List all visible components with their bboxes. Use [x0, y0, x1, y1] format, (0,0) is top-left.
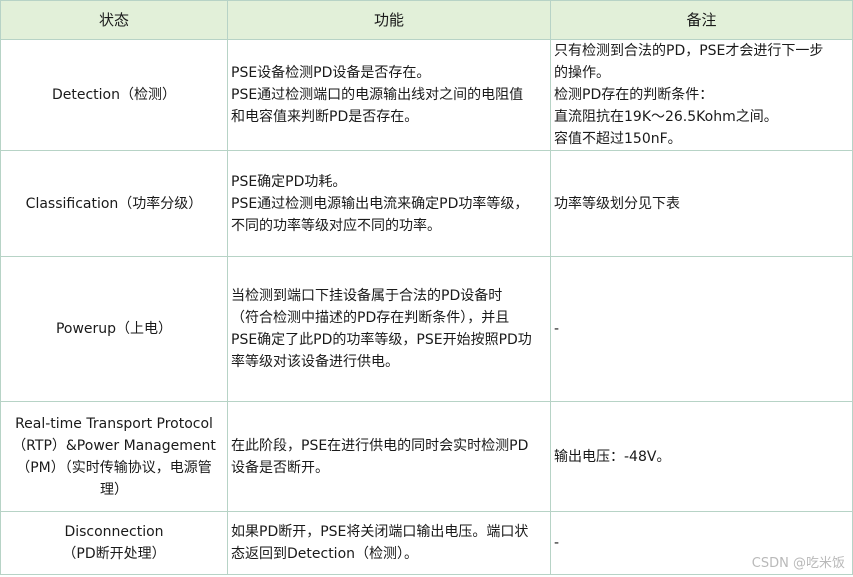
header-state: 状态 [0, 0, 228, 40]
function-cell: PSE确定PD功耗。 PSE通过检测电源输出电流来确定PD功率等级， 不同的功率等级… [227, 150, 551, 257]
header-function: 功能 [227, 0, 551, 40]
notes-text-line: 输出电压：-48V。 [554, 448, 671, 465]
state-text-line: Detection（检测） [51, 87, 176, 103]
state-text-line: Powerup（上电） [55, 321, 173, 337]
state-cell: Disconnection （PD断开处理） [0, 511, 228, 575]
state-cell: Classification（功率分级） [0, 150, 228, 257]
function-text-line: 设备是否断开。 [231, 459, 329, 476]
power-state-table: 状态 功能 备注 Detection（检测） PSE设备检测PD设备是否存在。 PS… [0, 0, 853, 575]
function-text-line: PSE通过检测端口的电源输出线对之间的电阻值 [231, 87, 524, 103]
state-text-line: Classification（功率分级） [25, 195, 203, 212]
state-text-line: Real-time Transport Protocol [15, 415, 213, 432]
state-text-line: （PD断开处理） [62, 546, 166, 562]
function-text-line: 态返回到Detection（检测）。 [231, 546, 419, 562]
notes-text-line: 的操作。 [554, 65, 610, 81]
notes-text-line: 功率等级划分见下表 [554, 195, 680, 212]
function-text-line: PSE设备检测PD设备是否存在。 [231, 65, 431, 81]
notes-cell: 只有检测到合法的PD，PSE才会进行下一步 的操作。检测PD存在的判断条件： 直流阻… [550, 39, 853, 151]
table-row: Detection（检测） PSE设备检测PD设备是否存在。 PSE通过检测端口的电… [0, 39, 853, 151]
function-text-line: 率等级对该设备进行供电。 [231, 354, 399, 370]
notes-cell: 功率等级划分见下表 [550, 150, 853, 257]
notes-cell: - [550, 256, 853, 402]
watermark: CSDN @吃米饭 [751, 556, 845, 571]
notes-cell: 输出电压：-48V。 [550, 401, 853, 512]
function-text-line: （符合检测中描述的PD存在判断条件），并且 [231, 310, 510, 326]
function-text-line: 不同的功率等级对应不同的功率。 [231, 217, 441, 234]
state-text-line: 理） [100, 481, 128, 498]
function-text-line: PSE确定了此PD的功率等级，PSE开始按照PD功 [231, 332, 532, 348]
table-row: Real-time Transport Protocol （RTP）&Power … [0, 401, 853, 512]
state-cell: Powerup（上电） [0, 256, 228, 402]
notes-text-line: 只有检测到合法的PD，PSE才会进行下一步 [554, 43, 824, 59]
function-text-line: 当检测到端口下挂设备属于合法的PD设备时 [231, 288, 503, 304]
function-cell: 如果PD断开，PSE将关闭端口输出电压。端口状 态返回到Detection（检测）… [227, 511, 551, 575]
function-cell: 当检测到端口下挂设备属于合法的PD设备时 （符合检测中描述的PD存在判断条件），并… [227, 256, 551, 402]
header-notes: 备注 [550, 0, 853, 40]
state-cell: Detection（检测） [0, 39, 228, 151]
table-row: Disconnection （PD断开处理） 如果PD断开，PSE将关闭端口输出电压… [0, 511, 853, 575]
function-cell: 在此阶段，PSE在进行供电的同时会实时检测PD 设备是否断开。 [227, 401, 551, 512]
header-row: 状态 功能 备注 [0, 0, 853, 40]
notes-text-line: 检测PD存在的判断条件： [554, 87, 714, 103]
notes-text-line: - [554, 321, 560, 337]
notes-text-line: 容值不超过150nF。 [554, 131, 682, 147]
state-text-line: Disconnection [64, 524, 164, 540]
function-cell: PSE设备检测PD设备是否存在。 PSE通过检测端口的电源输出线对之间的电阻值 和电… [227, 39, 551, 151]
function-text-line: 在此阶段，PSE在进行供电的同时会实时检测PD [231, 437, 529, 454]
state-cell: Real-time Transport Protocol （RTP）&Power … [0, 401, 228, 512]
state-text-line: （PM）（实时传输协议，电源管 [16, 459, 212, 476]
function-text-line: PSE确定PD功耗。 [231, 173, 347, 190]
table-row: Classification（功率分级） PSE确定PD功耗。 PSE通过检测电源输… [0, 150, 853, 257]
function-text-line: 和电容值来判断PD是否存在。 [231, 109, 419, 125]
notes-text-line: - [554, 535, 560, 551]
notes-text-line: 直流阻抗在19K～26.5Kohm之间。 [554, 109, 778, 125]
function-text-line: 如果PD断开，PSE将关闭端口输出电压。端口状 [231, 524, 529, 540]
function-text-line: PSE通过检测电源输出电流来确定PD功率等级， [231, 195, 529, 212]
table-row: Powerup（上电） 当检测到端口下挂设备属于合法的PD设备时 （符合检测中描述的… [0, 256, 853, 402]
state-text-line: （RTP）&Power Management [12, 437, 216, 454]
